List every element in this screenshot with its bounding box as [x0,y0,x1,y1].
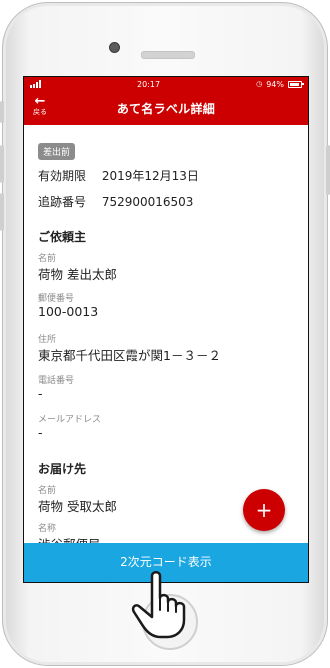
sender-name-value: 荷物 差出太郎 [38,267,117,282]
sender-postal-value: 100-0013 [38,304,99,319]
sender-email-label: メールアドレス [38,415,102,425]
sender-name-label: 名前 [38,254,57,264]
earpiece-speaker [141,51,195,59]
expiry-row: 有効期限 2019年12月13日 [38,167,199,184]
expiry-value: 2019年12月13日 [101,169,199,183]
recipient-org-label: 名称 [38,524,57,534]
signal-icon [30,80,41,88]
side-button-volume-up [0,145,4,183]
sender-email-value: - [38,425,43,440]
sender-phone-label: 電話番号 [38,376,75,386]
front-camera [109,42,120,53]
recipient-name-value: 荷物 受取太郎 [38,499,117,514]
sender-address-value: 東京都千代田区霞が関1－３－２ [38,348,221,363]
sender-phone-value: - [38,386,43,401]
tracking-value: 752900016503 [101,195,194,209]
app-screen: 20:17 ◷ 94% ← 戻る あて名ラベル詳細 差出前 有効期限 2019年… [23,76,309,583]
plus-icon: + [255,498,273,522]
side-button-volume-down [0,193,4,231]
sender-heading: ご依頼主 [38,230,87,244]
recipient-name-label: 名前 [38,486,57,496]
add-button[interactable]: + [243,489,285,531]
tracking-row: 追跡番号 752900016503 [38,193,193,210]
recipient-heading: お届け先 [38,462,87,476]
tracking-key: 追跡番号 [38,195,87,209]
sender-postal-label: 郵便番号 [38,294,75,304]
status-badge: 差出前 [38,143,76,160]
status-bar: 20:17 ◷ 94% [24,77,308,91]
page-title: あて名ラベル詳細 [116,102,216,116]
title-bar: ← 戻る あて名ラベル詳細 [24,91,308,125]
sender-address-label: 住所 [38,335,57,345]
status-time: 20:17 [137,79,161,89]
side-button-power [326,145,330,195]
battery-percent: 94% [266,79,284,89]
expiry-key: 有効期限 [38,169,87,183]
tap-hand-icon [131,571,186,639]
battery-icon [287,80,304,88]
alarm-icon: ◷ [256,80,263,88]
side-button-silent [0,101,4,123]
